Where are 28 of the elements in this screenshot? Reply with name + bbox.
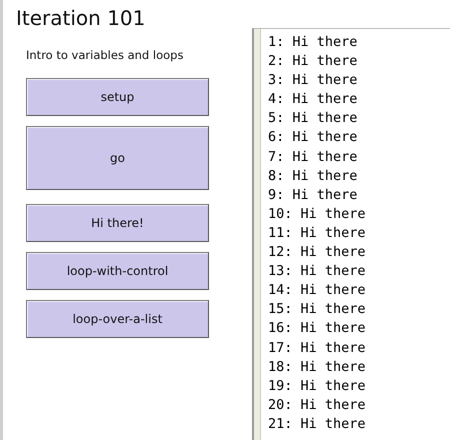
model-title: Iteration 101 bbox=[16, 6, 146, 30]
output-line: 3: Hi there bbox=[268, 71, 358, 90]
output-line: 7: Hi there bbox=[268, 148, 358, 167]
output-line: 19: Hi there bbox=[268, 376, 366, 396]
output-line: 1: Hi there bbox=[268, 33, 358, 52]
output-line: 17: Hi there bbox=[268, 338, 366, 358]
output-line: 15: Hi there bbox=[268, 300, 366, 320]
output-line: 12: Hi there bbox=[268, 243, 366, 262]
output-line: 21: Hi there bbox=[268, 414, 366, 434]
procedure-button[interactable]: Hi there! bbox=[26, 204, 209, 242]
output-line: 11: Hi there bbox=[268, 224, 366, 243]
output-line: 13: Hi there bbox=[268, 262, 366, 282]
output-line: 6: Hi there bbox=[268, 128, 358, 148]
output-line: 18: Hi there bbox=[268, 358, 366, 377]
procedure-button[interactable]: loop-over-a-list bbox=[26, 300, 209, 338]
output-line: 10: Hi there bbox=[268, 204, 366, 224]
procedure-button[interactable]: loop-with-control bbox=[26, 252, 209, 290]
output-line: 2: Hi there bbox=[268, 52, 358, 72]
output-line: 14: Hi there bbox=[268, 281, 366, 300]
output-line: 16: Hi there bbox=[268, 319, 366, 338]
output-line: 20: Hi there bbox=[268, 396, 366, 415]
output-line: 9: Hi there bbox=[268, 186, 358, 205]
output-line: 8: Hi there bbox=[268, 166, 358, 186]
output-line: 4: Hi there bbox=[268, 90, 358, 110]
procedure-button[interactable]: setup bbox=[26, 78, 209, 116]
output-line: 5: Hi there bbox=[268, 109, 358, 128]
note-text: Intro to variables and loops bbox=[26, 48, 184, 62]
procedure-button[interactable]: go bbox=[26, 126, 209, 190]
